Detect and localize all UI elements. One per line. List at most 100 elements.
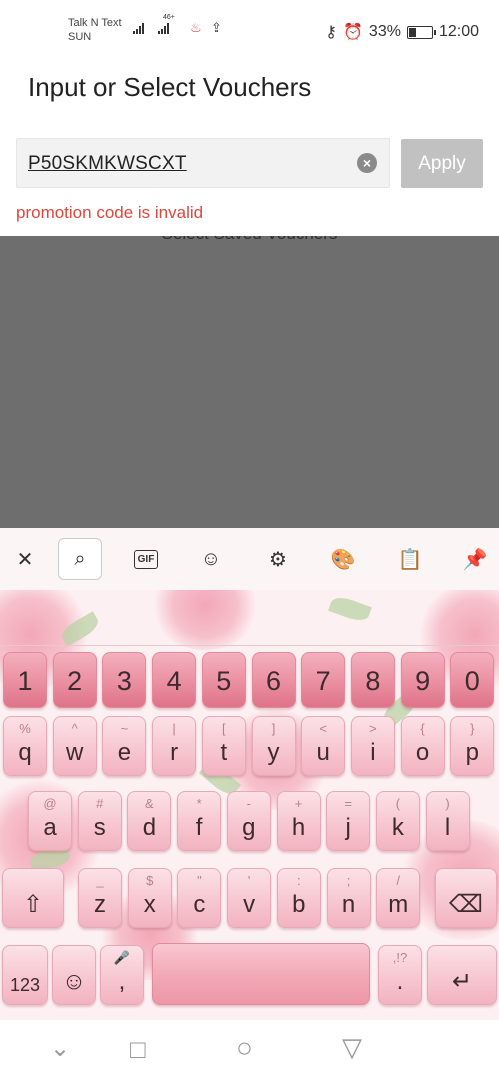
key-secondary-label: }	[470, 721, 475, 736]
key-p[interactable]: } p	[450, 716, 495, 776]
recents-icon[interactable]: □	[130, 1034, 146, 1065]
settings-icon[interactable]: ⚙	[256, 538, 300, 580]
carrier-name: Talk N Text	[68, 17, 122, 29]
key-w[interactable]: ^ w	[52, 716, 97, 776]
key-secondary-label: {	[420, 721, 425, 736]
key-l[interactable]: ) l	[425, 791, 470, 851]
key-secondary-label: +	[294, 796, 303, 811]
key-o[interactable]: {o	[400, 716, 445, 776]
space-key[interactable]	[152, 943, 370, 1005]
key-m[interactable]: / m	[376, 868, 421, 928]
key-f[interactable]: * f	[177, 791, 222, 851]
key-secondary-label: :	[296, 873, 301, 888]
period-label: .	[396, 968, 404, 995]
key-8[interactable]: 8	[350, 652, 395, 708]
key-b[interactable]: :b	[276, 868, 321, 928]
page-title: Input or Select Vouchers	[28, 72, 312, 102]
key-y[interactable]: ] y	[251, 716, 296, 776]
apply-button[interactable]: Apply	[401, 139, 483, 188]
key-6[interactable]: 6	[251, 652, 296, 708]
backspace-key[interactable]: ⌫	[435, 868, 497, 928]
sticker-icon[interactable]: ☺	[189, 538, 233, 580]
key-g[interactable]: -g	[226, 791, 271, 851]
symbols-label: 123	[9, 975, 41, 995]
key-secondary-label: =	[344, 796, 352, 811]
battery-fill	[408, 27, 416, 37]
theme-palette-icon[interactable]: 🎨	[321, 538, 365, 580]
key-label: b	[292, 891, 306, 918]
status-right: ⚷ ⏰ 33% 12:00	[325, 22, 479, 42]
microphone-icon: 🎤	[113, 950, 131, 965]
voucher-code-value[interactable]: P50SKMKWSCXT	[28, 153, 187, 175]
key-j[interactable]: = j	[326, 791, 371, 851]
key-secondary-label: /	[396, 873, 400, 888]
punctuation-label: ,!?	[392, 950, 408, 965]
clear-input-icon[interactable]: ×	[357, 153, 377, 173]
dim-overlay[interactable]: Select Saved Vouchers	[0, 236, 499, 528]
key-q[interactable]: % q	[3, 716, 47, 776]
key-2[interactable]: 2	[52, 652, 97, 708]
key-h[interactable]: + h	[276, 791, 321, 851]
key-c[interactable]: " c	[177, 868, 222, 928]
gif-icon[interactable]: GIF	[124, 538, 168, 580]
key-secondary-label: %	[19, 721, 31, 736]
symbols-key[interactable]: 123	[2, 945, 48, 1005]
close-icon[interactable]: ✕	[3, 538, 47, 580]
key-label: i	[370, 739, 376, 766]
key-0[interactable]: 0	[450, 652, 495, 708]
period-key[interactable]: ,!? .	[378, 945, 422, 1005]
comma-key[interactable]: 🎤 ,	[100, 945, 144, 1005]
key-label: x	[143, 891, 156, 918]
key-4[interactable]: 4	[152, 652, 197, 708]
key-e[interactable]: ~ e	[102, 716, 147, 776]
shift-key[interactable]: ⇧	[2, 868, 64, 928]
key-label: 7	[315, 666, 331, 696]
flame-icon: ♨	[190, 20, 202, 35]
key-label: u	[316, 739, 330, 766]
hide-keyboard-icon[interactable]: ⌄	[50, 1034, 70, 1063]
key-i[interactable]: > i	[350, 716, 395, 776]
key-d[interactable]: & d	[127, 791, 172, 851]
key-1[interactable]: 1	[3, 652, 47, 708]
key-secondary-label: #	[96, 796, 104, 811]
battery-percent: 33%	[368, 23, 401, 40]
key-v[interactable]: ' v	[227, 868, 272, 928]
key-label: m	[388, 891, 409, 918]
key-u[interactable]: < u	[301, 716, 346, 776]
key-label: z	[94, 891, 106, 918]
key-s[interactable]: # s	[77, 791, 122, 851]
enter-icon: ↵	[451, 968, 473, 995]
back-icon[interactable]: ▽	[342, 1032, 362, 1063]
keyboard-toolbar: ✕ ⌕ GIF ☺ ⚙ 🎨 📋 📌	[0, 528, 499, 590]
key-k[interactable]: (k	[375, 791, 420, 851]
home-icon[interactable]: ○	[236, 1032, 253, 1064]
emoji-key[interactable]: ☺	[52, 945, 96, 1005]
key-label: d	[142, 814, 157, 841]
clipboard-icon[interactable]: 📋	[388, 538, 432, 580]
key-r[interactable]: | r	[152, 716, 197, 776]
key-a[interactable]: @ a	[28, 791, 72, 851]
key-secondary-label: ~	[120, 721, 129, 736]
search-icon[interactable]: ⌕	[58, 538, 102, 580]
key-label: 2	[67, 666, 83, 696]
pin-icon[interactable]: 📌	[453, 538, 497, 580]
key-t[interactable]: [t	[201, 716, 246, 776]
key-secondary-label: >	[369, 721, 377, 736]
shift-icon: ⇧	[22, 891, 44, 918]
enter-key[interactable]: ↵	[427, 945, 497, 1005]
saved-vouchers-label: Select Saved Vouchers	[0, 236, 499, 244]
key-3[interactable]: 3	[102, 652, 147, 708]
key-n[interactable]: ; n	[326, 868, 371, 928]
key-secondary-label: '	[247, 873, 251, 888]
key-x[interactable]: $ x	[127, 868, 172, 928]
key-label: w	[66, 739, 84, 766]
suggestion-strip[interactable]	[0, 590, 499, 646]
voucher-code-input[interactable]: P50SKMKWSCXT ×	[16, 138, 390, 188]
key-label: o	[415, 739, 430, 766]
key-9[interactable]: 9	[400, 652, 445, 708]
gif-label: GIF	[133, 549, 159, 569]
key-7[interactable]: 7	[301, 652, 346, 708]
key-label: f	[195, 814, 203, 841]
key-5[interactable]: 5	[201, 652, 246, 708]
key-z[interactable]: _ z	[78, 868, 122, 928]
